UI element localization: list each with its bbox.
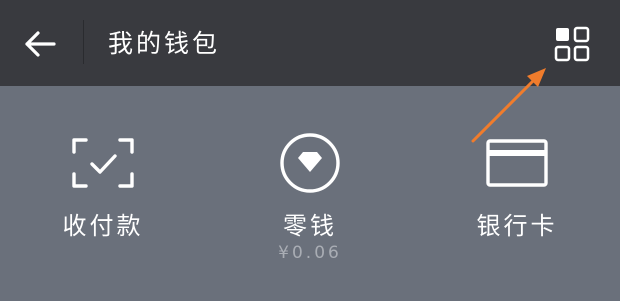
back-button[interactable] <box>18 24 62 64</box>
grid-icon <box>554 26 590 62</box>
change-label: 零钱 <box>283 212 337 240</box>
page-title: 我的钱包 <box>108 29 221 58</box>
wallet-screen: 我的钱包 收付款 零钱 ¥0.06 银行卡 <box>0 0 620 301</box>
scan-check-icon <box>72 138 134 188</box>
change-balance: ¥0.06 <box>278 243 342 263</box>
diamond-circle-icon <box>280 133 340 193</box>
receive-pay-button[interactable]: 收付款 <box>28 128 178 278</box>
card-icon <box>486 139 548 187</box>
top-bar: 我的钱包 <box>0 0 620 86</box>
receive-pay-label: 收付款 <box>62 212 144 240</box>
bank-card-button[interactable]: 银行卡 <box>442 128 592 278</box>
arrow-left-icon <box>25 31 56 57</box>
more-button[interactable] <box>552 24 592 64</box>
change-button[interactable]: 零钱 ¥0.06 <box>235 128 385 278</box>
header-divider <box>83 20 84 64</box>
bank-card-label: 银行卡 <box>476 212 558 240</box>
